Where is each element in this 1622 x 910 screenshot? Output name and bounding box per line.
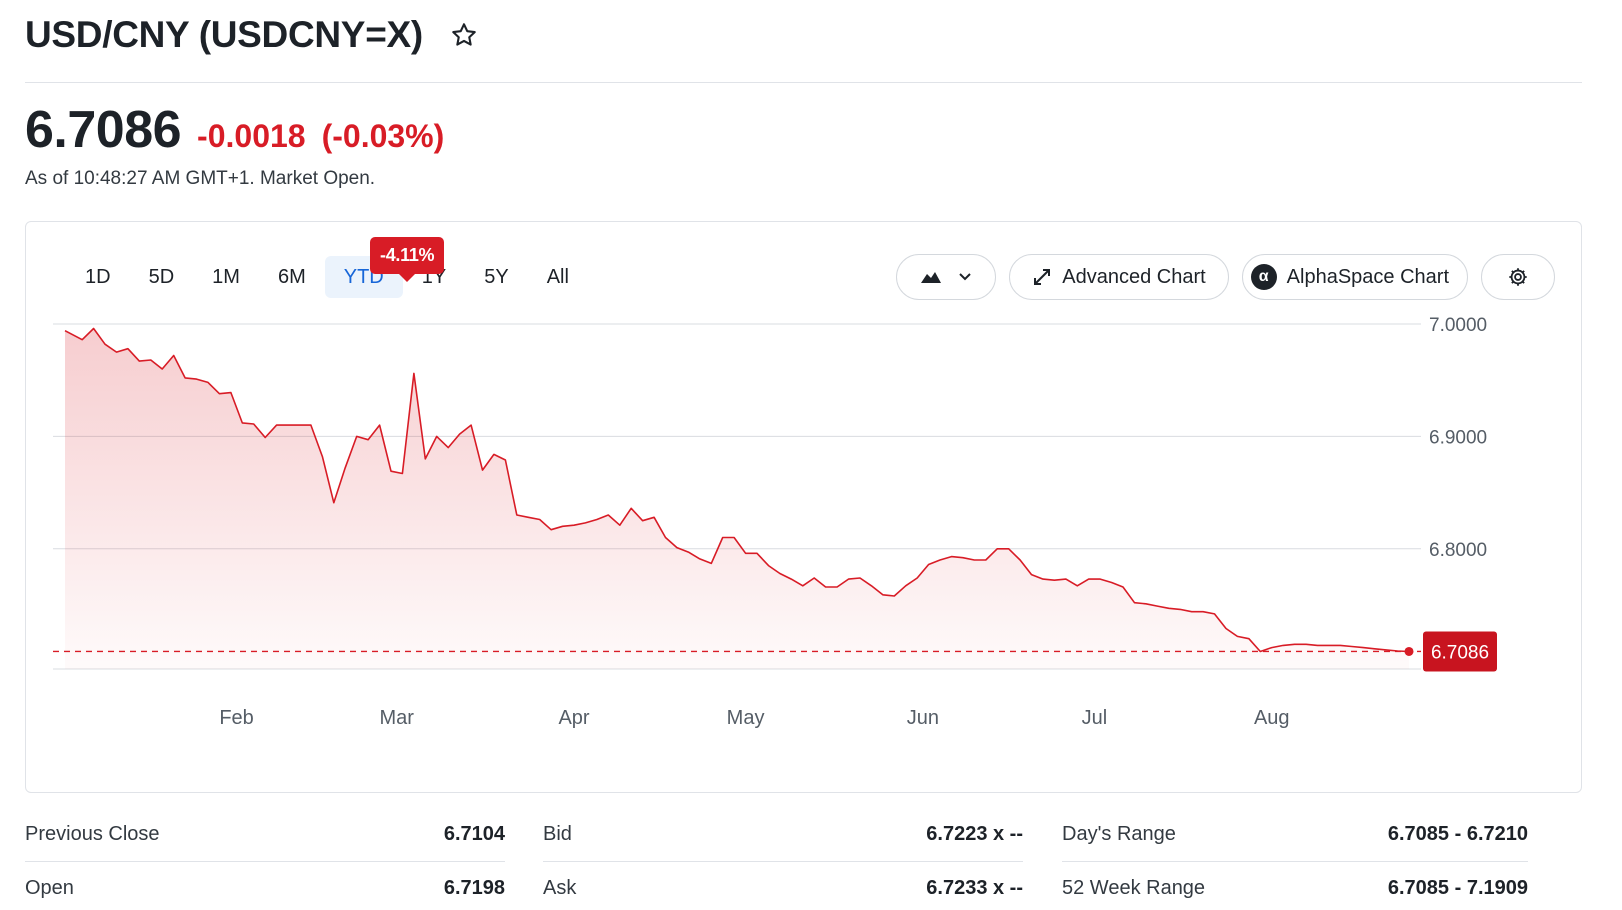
stat-value: 6.7104 (443, 823, 505, 845)
stat-label: Previous Close (25, 823, 160, 845)
star-outline-icon[interactable] (449, 20, 479, 50)
stat-label: Ask (543, 877, 577, 899)
current-price: 6.7086 (25, 101, 182, 159)
x-tick-label: Jun (907, 707, 939, 729)
stat-label: Open (25, 877, 74, 899)
stat-value: 6.7233 x -- (926, 877, 1023, 899)
y-tick-label: 6.9000 (1429, 427, 1487, 448)
price-change-percent: (-0.03%) (321, 118, 445, 154)
x-tick-label: May (727, 707, 765, 729)
stat-value: 6.7085 - 7.1909 (1387, 877, 1528, 899)
page-title: USD/CNY (USDCNY=X) (25, 14, 423, 55)
quote-price-row: 6.7086 -0.0018 (-0.03%) (25, 100, 444, 160)
x-tick-label: Feb (219, 707, 253, 729)
quote-stats: Previous Close 6.7104 Open 6.7198 Bid 6.… (25, 808, 1582, 908)
chart-card: 1D 5D 1M 6M YTD 1Y 5Y All -4.11% Advance… (25, 221, 1582, 793)
stat-bid: Bid 6.7223 x -- (543, 808, 1023, 862)
price-change: -0.0018 (197, 118, 306, 154)
stat-value: 6.7223 x -- (926, 823, 1023, 845)
current-price-dot (1404, 646, 1414, 656)
quote-timestamp: As of 10:48:27 AM GMT+1. Market Open. (25, 168, 376, 189)
x-tick-label: Mar (379, 707, 414, 729)
quote-header: USD/CNY (USDCNY=X) (25, 14, 479, 56)
stat-open: Open 6.7198 (25, 862, 505, 910)
current-price-label: 6.7086 (1431, 642, 1489, 663)
stat-value: 6.7198 (443, 877, 505, 899)
y-tick-label: 6.8000 (1429, 540, 1487, 561)
stat-label: Bid (543, 823, 572, 845)
stat-label: Day's Range (1062, 823, 1176, 845)
stat-label: 52 Week Range (1062, 877, 1206, 899)
x-tick-label: Jul (1082, 707, 1108, 729)
stats-column-3: Day's Range 6.7085 - 6.7210 52 Week Rang… (1062, 808, 1528, 910)
stat-value: 6.7085 - 6.7210 (1387, 823, 1528, 845)
y-tick-label: 7.0000 (1429, 315, 1487, 336)
stat-days-range: Day's Range 6.7085 - 6.7210 (1062, 808, 1528, 862)
stat-ask: Ask 6.7233 x -- (543, 862, 1023, 910)
stat-previous-close: Previous Close 6.7104 (25, 808, 505, 862)
stats-column-1: Previous Close 6.7104 Open 6.7198 (25, 808, 505, 910)
stats-column-2: Bid 6.7223 x -- Ask 6.7233 x -- (543, 808, 1023, 910)
price-area-fill (65, 328, 1409, 669)
stat-52-week-range: 52 Week Range 6.7085 - 7.1909 (1062, 862, 1528, 910)
x-tick-label: Apr (558, 707, 589, 729)
x-tick-label: Aug (1254, 707, 1290, 729)
price-chart[interactable]: 7.0000 6.9000 6.8000 6.7086 Feb Mar Apr May Jun J… (26, 222, 1581, 792)
header-divider (25, 82, 1582, 83)
